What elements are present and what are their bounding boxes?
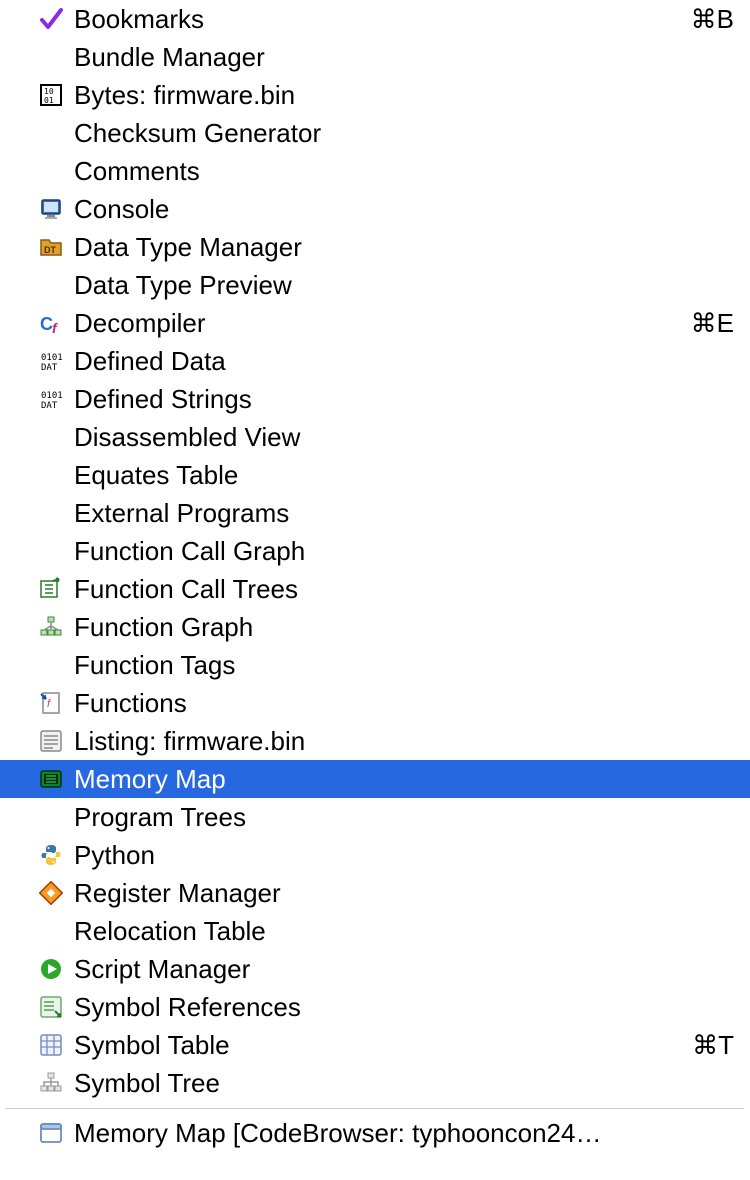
menu-item-disassembled-view[interactable]: Disassembled View [0, 418, 750, 456]
menu-item-label: Symbol References [74, 992, 734, 1023]
menu-item-memory-map[interactable]: Memory Map [0, 760, 750, 798]
memmap-icon [36, 764, 66, 794]
menu-item-label: External Programs [74, 498, 734, 529]
menu-separator [6, 1108, 744, 1109]
menu-item-label: Function Call Trees [74, 574, 734, 605]
menu-item-label: Comments [74, 156, 734, 187]
menu-item-register-manager[interactable]: Register Manager [0, 874, 750, 912]
footer-label: Memory Map [CodeBrowser: typhooncon24… [74, 1118, 734, 1149]
functions-icon: f [36, 688, 66, 718]
window-icon [36, 1118, 66, 1148]
menu-item-label: Decompiler [74, 308, 675, 339]
menu-item-console[interactable]: Console [0, 190, 750, 228]
menu-item-label: Console [74, 194, 734, 225]
console-icon [36, 194, 66, 224]
menu-item-data-type-manager[interactable]: DT Data Type Manager [0, 228, 750, 266]
menu-item-label: Relocation Table [74, 916, 734, 947]
menu-item-label: Script Manager [74, 954, 734, 985]
menu-item-label: Bookmarks [74, 4, 675, 35]
menu-item-label: Defined Data [74, 346, 734, 377]
menu-item-label: Function Tags [74, 650, 734, 681]
menu-item-open-window[interactable]: Memory Map [CodeBrowser: typhooncon24… [0, 1113, 750, 1153]
menu-item-label: Listing: firmware.bin [74, 726, 734, 757]
menu-item-label: Bundle Manager [74, 42, 734, 73]
menu-item-label: Bytes: firmware.bin [74, 80, 734, 111]
dat-icon: 0101DAT [36, 346, 66, 376]
python-icon [36, 840, 66, 870]
play-icon [36, 954, 66, 984]
menu-item-label: Function Graph [74, 612, 734, 643]
window-menu: Bookmarks ⌘B Bundle Manager 1001 Bytes: firm… [0, 0, 750, 1102]
menu-item-shortcut: ⌘B [691, 4, 734, 35]
menu-item-label: Equates Table [74, 460, 734, 491]
listing-icon [36, 726, 66, 756]
menu-item-decompiler[interactable]: Cf Decompiler ⌘E [0, 304, 750, 342]
svg-text:DAT: DAT [41, 401, 58, 411]
menu-item-script-manager[interactable]: Script Manager [0, 950, 750, 988]
menu-item-defined-data[interactable]: 0101DAT Defined Data [0, 342, 750, 380]
menu-item-external-programs[interactable]: External Programs [0, 494, 750, 532]
register-icon [36, 878, 66, 908]
symtree-icon [36, 1068, 66, 1098]
menu-item-label: Program Trees [74, 802, 734, 833]
menu-item-function-call-trees[interactable]: Function Call Trees [0, 570, 750, 608]
menu-item-symbol-tree[interactable]: Symbol Tree [0, 1064, 750, 1102]
svg-text:0101: 0101 [41, 391, 63, 401]
menu-item-label: Function Call Graph [74, 536, 734, 567]
menu-item-equates-table[interactable]: Equates Table [0, 456, 750, 494]
menu-item-function-tags[interactable]: Function Tags [0, 646, 750, 684]
menu-item-python[interactable]: Python [0, 836, 750, 874]
dat-icon: 0101DAT [36, 384, 66, 414]
menu-item-functions[interactable]: f Functions [0, 684, 750, 722]
menu-item-bundle-manager[interactable]: Bundle Manager [0, 38, 750, 76]
menu-item-label: Symbol Table [74, 1030, 676, 1061]
menu-item-data-type-preview[interactable]: Data Type Preview [0, 266, 750, 304]
menu-item-label: Functions [74, 688, 734, 719]
svg-text:0101: 0101 [41, 353, 63, 363]
menu-item-label: Python [74, 840, 734, 871]
svg-text:DAT: DAT [41, 363, 58, 373]
menu-item-label: Memory Map [74, 764, 734, 795]
menu-item-comments[interactable]: Comments [0, 152, 750, 190]
svg-text:DT: DT [44, 245, 56, 255]
menu-item-label: Disassembled View [74, 422, 734, 453]
menu-item-function-call-graph[interactable]: Function Call Graph [0, 532, 750, 570]
fgraph-icon [36, 612, 66, 642]
menu-item-label: Data Type Manager [74, 232, 734, 263]
menu-item-shortcut: ⌘E [691, 308, 734, 339]
svg-text:01: 01 [44, 96, 54, 105]
check-icon [36, 4, 66, 34]
menu-item-symbol-references[interactable]: Symbol References [0, 988, 750, 1026]
menu-item-label: Data Type Preview [74, 270, 734, 301]
menu-item-checksum-generator[interactable]: Checksum Generator [0, 114, 750, 152]
menu-item-label: Checksum Generator [74, 118, 734, 149]
menu-item-bookmarks[interactable]: Bookmarks ⌘B [0, 0, 750, 38]
symref-icon [36, 992, 66, 1022]
menu-item-label: Defined Strings [74, 384, 734, 415]
fctree-icon [36, 574, 66, 604]
cf-icon: Cf [36, 308, 66, 338]
menu-item-shortcut: ⌘T [692, 1030, 734, 1061]
menu-item-listing-firmware-bin[interactable]: Listing: firmware.bin [0, 722, 750, 760]
menu-item-program-trees[interactable]: Program Trees [0, 798, 750, 836]
menu-item-defined-strings[interactable]: 0101DAT Defined Strings [0, 380, 750, 418]
menu-item-label: Register Manager [74, 878, 734, 909]
menu-item-symbol-table[interactable]: Symbol Table ⌘T [0, 1026, 750, 1064]
menu-item-bytes-firmware-bin[interactable]: 1001 Bytes: firmware.bin [0, 76, 750, 114]
svg-text:f: f [52, 320, 58, 335]
svg-text:10: 10 [44, 87, 54, 96]
symtbl-icon [36, 1030, 66, 1060]
bytes-icon: 1001 [36, 80, 66, 110]
dtmgr-icon: DT [36, 232, 66, 262]
menu-item-function-graph[interactable]: Function Graph [0, 608, 750, 646]
menu-item-label: Symbol Tree [74, 1068, 734, 1099]
menu-item-relocation-table[interactable]: Relocation Table [0, 912, 750, 950]
